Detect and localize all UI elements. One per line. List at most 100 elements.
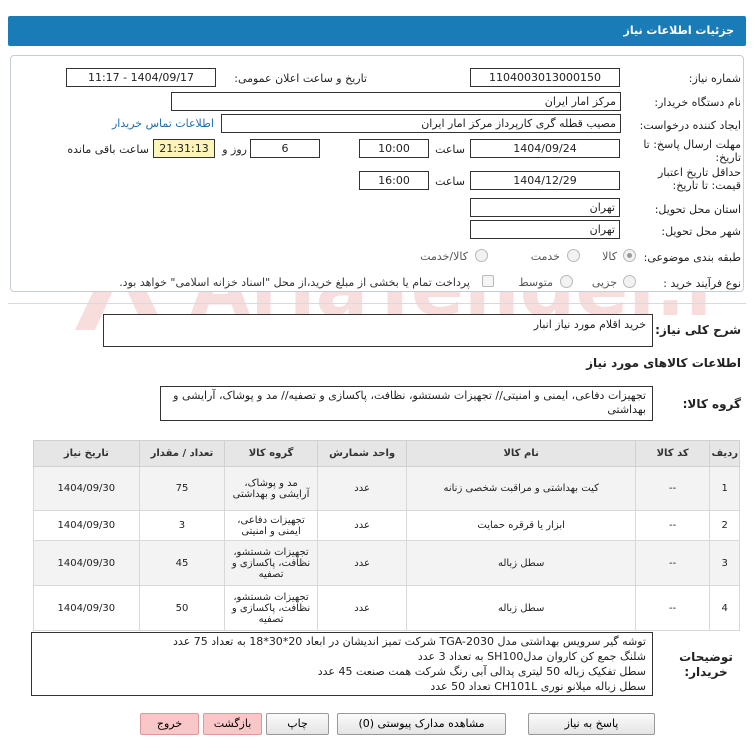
back-button[interactable]: بازگشت xyxy=(203,713,262,735)
cell-qty: 50 xyxy=(138,585,226,631)
buyer-notes-line: شلنگ جمع کن کاروان مدلSH100 به تعداد 3 ع… xyxy=(417,650,646,663)
deadline-time-field: 10:00 xyxy=(359,139,429,158)
process-label: نوع فرآیند خرید : xyxy=(663,277,741,290)
province-field: تهران xyxy=(470,198,620,217)
cell-unit: عدد xyxy=(316,540,408,586)
need-number-label: شماره نیاز: xyxy=(688,72,741,85)
cell-group: تجهیزات شستشو، نظافت، پاکسازی و تصفیه xyxy=(224,585,318,631)
cell-unit: عدد xyxy=(316,510,408,541)
days-field: 6 xyxy=(250,139,320,158)
divider xyxy=(8,303,746,304)
city-label: شهر محل تحویل: xyxy=(661,225,741,238)
cell-unit: عدد xyxy=(316,585,408,631)
col-row: ردیف xyxy=(709,440,740,467)
creator-label: ایجاد کننده درخواست: xyxy=(639,119,741,132)
table-row: 2 -- ابزار یا قرقره حمایت عدد تجهیزات دف… xyxy=(33,510,740,541)
goods-table-header: ردیف کد کالا نام کالا واحد شمارش گروه کا… xyxy=(33,440,740,467)
col-code: کد کالا xyxy=(634,440,711,467)
summary-field: خرید اقلام مورد نیاز انبار xyxy=(103,314,653,347)
min-price-time-field: 16:00 xyxy=(359,171,429,190)
goods-section-title: اطلاعات کالاهای مورد نیاز xyxy=(586,356,741,370)
title-bar: جزئیات اطلاعات نیاز xyxy=(8,16,746,46)
buyer-notes-field: توشه گیر سرویس بهداشتی مدل TGA-2030 شرکت… xyxy=(31,632,653,696)
cell-name: ابزار یا قرقره حمایت xyxy=(406,510,636,541)
goods-group-label: گروه کالا: xyxy=(682,397,741,411)
col-name: نام کالا xyxy=(406,440,636,467)
col-qty: تعداد / مقدار xyxy=(138,440,226,467)
category-radio-service[interactable] xyxy=(567,249,580,262)
cell-group: تجهیزات دفاعی، ایمنی و امنیتی xyxy=(224,510,318,541)
cell-code: -- xyxy=(634,466,711,511)
category-service-label: خدمت xyxy=(530,250,560,263)
cell-qty: 45 xyxy=(138,540,226,586)
attachments-button[interactable]: مشاهده مدارک پیوستی (0) xyxy=(337,713,506,735)
contact-buyer-link[interactable]: اطلاعات تماس خریدار xyxy=(112,117,214,130)
deadline-time-label: ساعت xyxy=(435,143,465,156)
need-number-field: 1104003013000150 xyxy=(470,68,620,87)
goods-group-field: تجهیزات دفاعی، ایمنی و امنیتی// تجهیزات … xyxy=(160,386,653,421)
goods-table: ردیف کد کالا نام کالا واحد شمارش گروه کا… xyxy=(33,440,740,631)
cell-group: تجهیزات شستشو، نظافت، پاکسازی و تصفیه xyxy=(224,540,318,586)
need-details-page: جزئیات اطلاعات نیاز AriaTender.net شماره… xyxy=(0,0,755,751)
exit-button[interactable]: خروج xyxy=(140,713,199,735)
min-price-time-label: ساعت xyxy=(435,175,465,188)
creator-field: مصیب قطله گری کارپرداز مرکز امار ایران xyxy=(221,114,621,133)
buyer-notes-line: توشه گیر سرویس بهداشتی مدل TGA-2030 شرکت… xyxy=(173,635,646,648)
cell-row: 1 xyxy=(709,466,740,511)
process-medium-label: متوسط xyxy=(518,276,553,289)
cell-code: -- xyxy=(634,540,711,586)
cell-date: 1404/09/30 xyxy=(33,540,140,586)
days-label: روز و xyxy=(222,143,247,156)
category-goods-label: کالا xyxy=(602,250,617,263)
col-group: گروه کالا xyxy=(224,440,318,467)
cell-date: 1404/09/30 xyxy=(33,510,140,541)
payment-note: پرداخت تمام یا بخشی از مبلغ خرید،از محل … xyxy=(119,276,470,289)
min-price-date-field: 1404/12/29 xyxy=(470,171,620,190)
table-row: 1 -- کیت بهداشتی و مراقبت شخصی زنانه عدد… xyxy=(33,466,740,511)
buyer-org-label: نام دستگاه خریدار: xyxy=(654,96,741,109)
cell-row: 2 xyxy=(709,510,740,541)
buyer-notes-line: سطل تفکیک زباله 50 لیتری پدالی آبی رنگ ش… xyxy=(317,665,646,678)
category-label: طبقه بندی موضوعی: xyxy=(643,251,741,264)
city-field: تهران xyxy=(470,220,620,239)
cell-row: 3 xyxy=(709,540,740,586)
col-date: تاریخ نیاز xyxy=(33,440,140,467)
process-minor-label: جزیی xyxy=(591,276,617,289)
table-row: 3 -- سطل زباله عدد تجهیزات شستشو، نظافت،… xyxy=(33,540,740,586)
cell-date: 1404/09/30 xyxy=(33,466,140,511)
buyer-notes-label: توضیحات خریدار: xyxy=(679,650,733,679)
announce-label: تاریخ و ساعت اعلان عمومی: xyxy=(234,72,367,85)
cell-date: 1404/09/30 xyxy=(33,585,140,631)
category-radio-goods-service[interactable] xyxy=(475,249,488,262)
reply-button[interactable]: پاسخ به نیاز xyxy=(528,713,655,735)
page-title: جزئیات اطلاعات نیاز xyxy=(623,24,735,37)
cell-qty: 75 xyxy=(138,466,226,511)
cell-name: سطل زباله xyxy=(406,540,636,586)
table-row: 4 -- سطل زباله عدد تجهیزات شستشو، نظافت،… xyxy=(33,585,740,631)
buyer-notes-line: سطل زباله میلانو نوری CH101L تعداد 50 عد… xyxy=(430,680,646,693)
cell-unit: عدد xyxy=(316,466,408,511)
treasury-checkbox[interactable] xyxy=(482,275,494,287)
process-radio-medium[interactable] xyxy=(560,275,573,288)
category-radio-goods[interactable] xyxy=(623,249,636,262)
min-price-label: حداقل تاریخ اعتبار قیمت: تا تاریخ: xyxy=(657,166,741,192)
cell-row: 4 xyxy=(709,585,740,631)
province-label: استان محل تحویل: xyxy=(654,203,741,216)
cell-group: مد و پوشاک، آرایشی و بهداشتی xyxy=(224,466,318,511)
deadline-label: مهلت ارسال پاسخ: تا تاریخ: xyxy=(643,138,741,164)
col-unit: واحد شمارش xyxy=(316,440,408,467)
summary-label: شرح کلی نیاز: xyxy=(655,323,741,337)
cell-name: سطل زباله xyxy=(406,585,636,631)
category-goods-service-label: کالا/خدمت xyxy=(420,250,468,263)
cell-name: کیت بهداشتی و مراقبت شخصی زنانه xyxy=(406,466,636,511)
cell-code: -- xyxy=(634,585,711,631)
cell-code: -- xyxy=(634,510,711,541)
remaining-label: ساعت باقی مانده xyxy=(67,143,149,156)
cell-qty: 3 xyxy=(138,510,226,541)
process-radio-minor[interactable] xyxy=(623,275,636,288)
announce-field: 1404/09/17 - 11:17 xyxy=(66,68,216,87)
print-button[interactable]: چاپ xyxy=(266,713,329,735)
deadline-date-field: 1404/09/24 xyxy=(470,139,620,158)
remaining-time-field: 21:31:13 xyxy=(153,139,215,158)
buyer-org-field: مرکز امار ایران xyxy=(171,92,621,111)
